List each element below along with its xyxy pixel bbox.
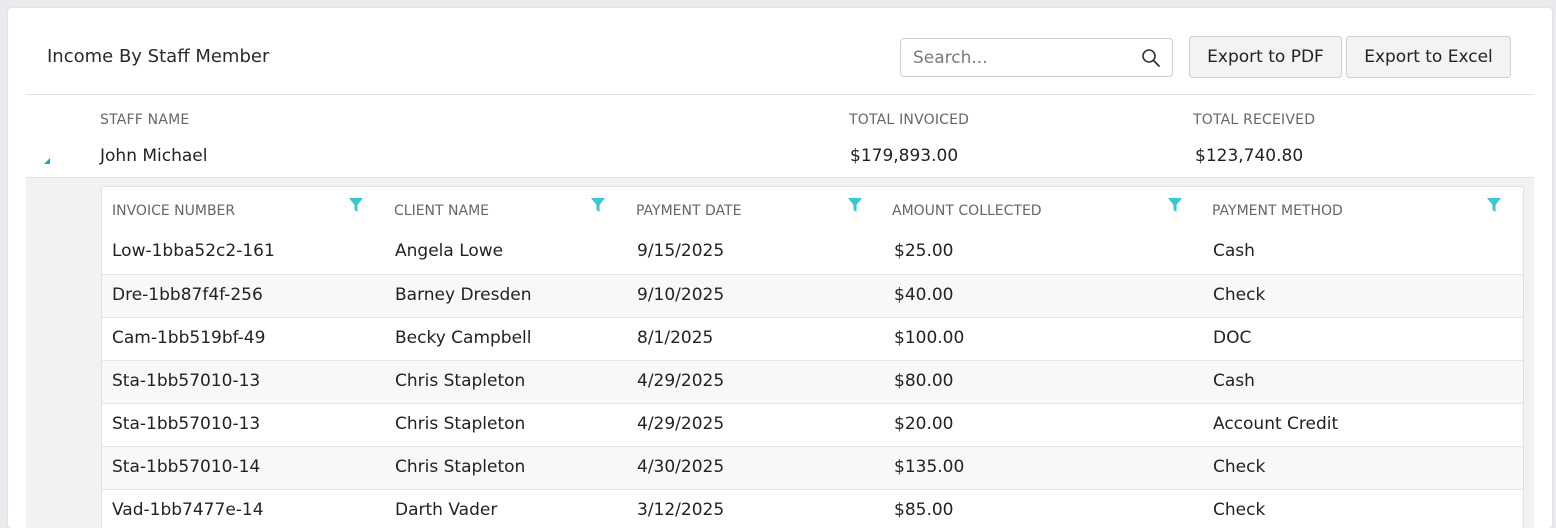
amount-collected-cell: $100.00 <box>894 328 965 348</box>
invoice-number-cell: Dre-1bb87f4f-256 <box>112 285 263 305</box>
filter-icon[interactable] <box>847 197 863 213</box>
payment-method-cell: DOC <box>1213 328 1252 348</box>
payment-date-cell: 9/10/2025 <box>637 285 725 305</box>
table-row[interactable]: Low-1bba52c2-161 Angela Lowe 9/15/2025 $… <box>102 231 1523 274</box>
payment-date-cell: 3/12/2025 <box>637 500 725 520</box>
collapse-triangle-icon[interactable] <box>41 154 53 166</box>
payment-method-cell: Cash <box>1213 371 1255 391</box>
search-icon[interactable] <box>1141 48 1161 68</box>
amount-collected-cell: $80.00 <box>894 371 954 391</box>
staff-name-cell: John Michael <box>100 146 208 166</box>
filter-icon[interactable] <box>1486 197 1502 213</box>
payment-date-cell: 4/30/2025 <box>637 457 725 477</box>
report-header: Income By Staff Member Export to PDF Exp… <box>8 8 1552 94</box>
payment-date-cell: 4/29/2025 <box>637 414 725 434</box>
client-name-cell: Barney Dresden <box>395 285 532 305</box>
client-name-cell: Angela Lowe <box>395 241 504 261</box>
total-invoiced-cell: $179,893.00 <box>850 146 959 166</box>
report-card: Income By Staff Member Export to PDF Exp… <box>8 8 1552 528</box>
column-header-staff-name[interactable]: STAFF NAME <box>100 112 189 128</box>
filter-icon[interactable] <box>1167 197 1183 213</box>
detail-table-header: INVOICE NUMBER CLIENT NAME PAYMENT DATE … <box>102 187 1523 231</box>
amount-collected-cell: $20.00 <box>894 414 954 434</box>
payment-date-cell: 8/1/2025 <box>637 328 714 348</box>
invoice-number-cell: Vad-1bb7477e-14 <box>112 500 264 520</box>
header-divider <box>26 94 1534 95</box>
amount-collected-cell: $85.00 <box>894 500 954 520</box>
payment-method-cell: Cash <box>1213 241 1255 261</box>
column-header-payment-method[interactable]: PAYMENT METHOD <box>1212 203 1343 219</box>
table-row[interactable]: Sta-1bb57010-13 Chris Stapleton 4/29/202… <box>102 360 1523 404</box>
client-name-cell: Darth Vader <box>395 500 498 520</box>
invoice-number-cell: Sta-1bb57010-13 <box>112 414 261 434</box>
column-header-client-name[interactable]: CLIENT NAME <box>394 203 489 219</box>
page-title: Income By Staff Member <box>47 46 270 67</box>
total-received-cell: $123,740.80 <box>1195 146 1304 166</box>
payment-method-cell: Account Credit <box>1213 414 1339 434</box>
search-input[interactable] <box>913 39 1133 76</box>
payment-method-cell: Check <box>1213 285 1266 305</box>
table-row[interactable]: Cam-1bb519bf-49 Becky Campbell 8/1/2025 … <box>102 317 1523 361</box>
table-row[interactable]: Dre-1bb87f4f-256 Barney Dresden 9/10/202… <box>102 274 1523 318</box>
column-header-total-invoiced[interactable]: TOTAL INVOICED <box>849 112 969 128</box>
payment-method-cell: Check <box>1213 457 1266 477</box>
amount-collected-cell: $135.00 <box>894 457 965 477</box>
invoice-number-cell: Sta-1bb57010-14 <box>112 457 261 477</box>
column-header-total-received[interactable]: TOTAL RECEIVED <box>1193 112 1315 128</box>
export-excel-button[interactable]: Export to Excel <box>1346 36 1511 78</box>
table-row[interactable]: Sta-1bb57010-13 Chris Stapleton 4/29/202… <box>102 403 1523 447</box>
table-row[interactable]: Vad-1bb7477e-14 Darth Vader 3/12/2025 $8… <box>102 489 1523 528</box>
table-row[interactable]: Sta-1bb57010-14 Chris Stapleton 4/30/202… <box>102 446 1523 490</box>
invoice-number-cell: Low-1bba52c2-161 <box>112 241 275 261</box>
payment-date-cell: 9/15/2025 <box>637 241 725 261</box>
column-header-amount-collected[interactable]: AMOUNT COLLECTED <box>892 203 1042 219</box>
invoice-number-cell: Cam-1bb519bf-49 <box>112 328 266 348</box>
client-name-cell: Chris Stapleton <box>395 414 526 434</box>
staff-detail-panel: INVOICE NUMBER CLIENT NAME PAYMENT DATE … <box>26 177 1534 528</box>
payment-method-cell: Check <box>1213 500 1266 520</box>
amount-collected-cell: $40.00 <box>894 285 954 305</box>
column-header-payment-date[interactable]: PAYMENT DATE <box>636 203 741 219</box>
filter-icon[interactable] <box>348 197 364 213</box>
invoice-number-cell: Sta-1bb57010-13 <box>112 371 261 391</box>
amount-collected-cell: $25.00 <box>894 241 954 261</box>
client-name-cell: Chris Stapleton <box>395 371 526 391</box>
invoice-detail-table: INVOICE NUMBER CLIENT NAME PAYMENT DATE … <box>101 186 1524 528</box>
column-header-invoice-number[interactable]: INVOICE NUMBER <box>112 203 235 219</box>
export-pdf-button[interactable]: Export to PDF <box>1189 36 1342 78</box>
client-name-cell: Chris Stapleton <box>395 457 526 477</box>
payment-date-cell: 4/29/2025 <box>637 371 725 391</box>
filter-icon[interactable] <box>590 197 606 213</box>
search-box[interactable] <box>900 38 1173 77</box>
client-name-cell: Becky Campbell <box>395 328 532 348</box>
